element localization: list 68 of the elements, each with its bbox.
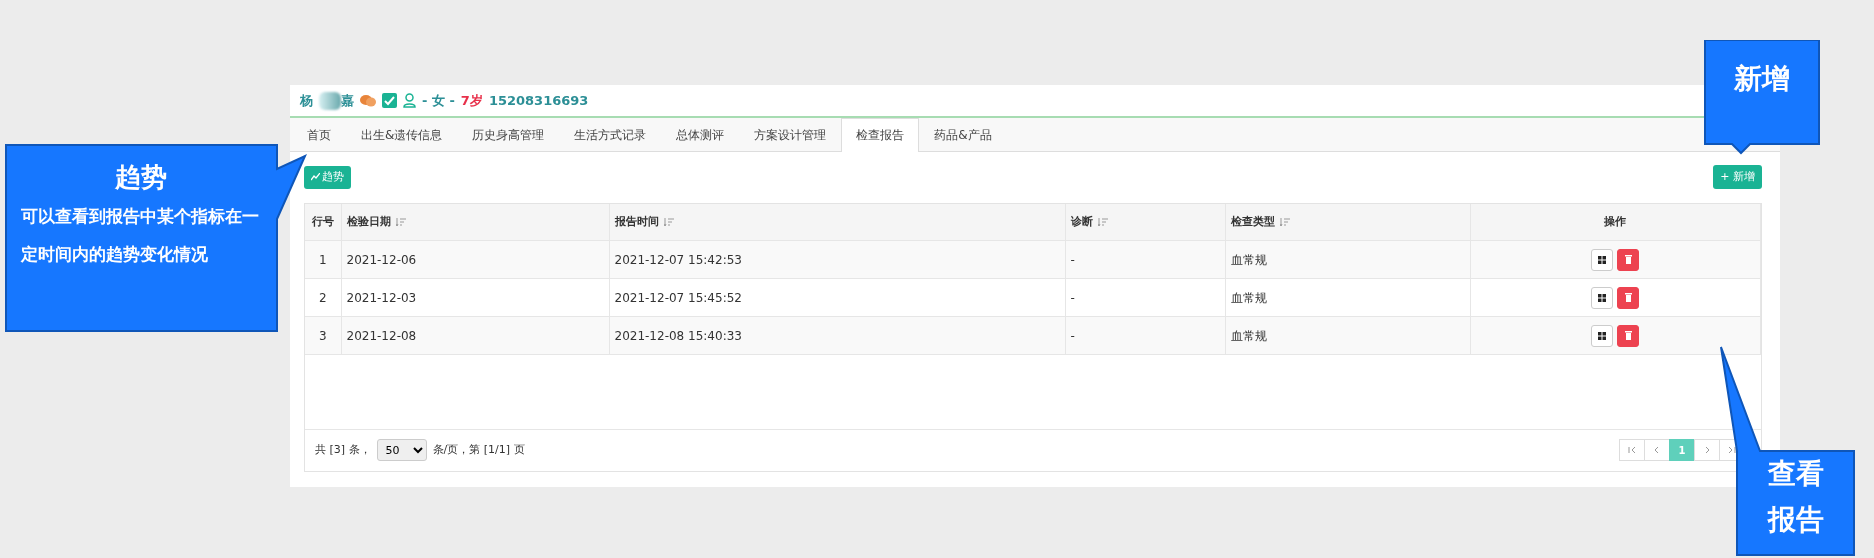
column-header: 行号 bbox=[311, 214, 334, 228]
grid-icon bbox=[1598, 255, 1607, 264]
tab[interactable]: 总体测评 bbox=[661, 118, 740, 151]
page-info: 条/页，第 [1/1] 页 bbox=[432, 441, 525, 458]
patient-name: 嘉 bbox=[341, 91, 354, 110]
patient-name: 杨 bbox=[300, 91, 313, 110]
view-button[interactable] bbox=[1591, 286, 1614, 309]
table-cell: - bbox=[1070, 290, 1075, 305]
trash-icon bbox=[1624, 331, 1632, 340]
chevron-right-icon bbox=[1703, 446, 1711, 454]
delete-button[interactable] bbox=[1617, 248, 1640, 271]
patient-phone: 15208316693 bbox=[488, 91, 589, 110]
table-cell: 血常规 bbox=[1230, 328, 1267, 343]
patient-age: 7岁 bbox=[460, 91, 483, 110]
tab[interactable]: 首页 bbox=[292, 118, 346, 151]
page-size-select[interactable]: 50 bbox=[376, 439, 427, 461]
callout-title: 查看报告 bbox=[1767, 456, 1825, 538]
table-cell: 2021-12-07 15:42:53 bbox=[614, 252, 742, 267]
delete-button[interactable] bbox=[1617, 286, 1640, 309]
table-cell: 2021-12-06 bbox=[346, 252, 417, 267]
chevron-left-icon bbox=[1653, 446, 1661, 454]
trash-icon bbox=[1624, 293, 1632, 302]
callout-title: 新增 bbox=[1733, 61, 1791, 97]
tab[interactable]: 药品&产品 bbox=[919, 118, 1007, 151]
table-cell: 2021-12-08 bbox=[346, 328, 417, 343]
grid-icon bbox=[1598, 331, 1607, 340]
skip-back-icon bbox=[1628, 446, 1636, 454]
sort-icon[interactable] bbox=[1279, 217, 1290, 226]
column-header: 检查类型 bbox=[1230, 214, 1275, 228]
person-icon bbox=[403, 93, 416, 108]
first-page-button[interactable] bbox=[1619, 439, 1645, 461]
tab[interactable]: 检查报告 bbox=[841, 118, 920, 152]
callout-title: 趋势 bbox=[114, 161, 168, 194]
checkbox-icon[interactable] bbox=[382, 93, 397, 108]
view-button[interactable] bbox=[1591, 324, 1614, 347]
blurred-avatar bbox=[319, 91, 341, 110]
table-cell: 2021-12-07 15:45:52 bbox=[614, 290, 742, 305]
tab[interactable]: 出生&遗传信息 bbox=[346, 118, 458, 151]
view-button[interactable] bbox=[1591, 248, 1614, 271]
column-header: 检验日期 bbox=[346, 214, 391, 228]
sort-icon[interactable] bbox=[663, 217, 674, 226]
table-cell: - bbox=[1070, 252, 1075, 267]
patient-gender: - 女 - bbox=[422, 91, 455, 110]
table-cell: 1 bbox=[318, 252, 327, 267]
previous-page-button[interactable] bbox=[1644, 439, 1670, 461]
sort-icon[interactable] bbox=[395, 217, 406, 226]
table-cell: 2 bbox=[318, 290, 327, 305]
table-cell: 3 bbox=[318, 328, 327, 343]
column-header: 诊断 bbox=[1070, 214, 1093, 228]
sort-icon[interactable] bbox=[1097, 217, 1108, 226]
tab[interactable]: 方案设计管理 bbox=[739, 118, 842, 151]
total-count: 共 [3] 条， bbox=[315, 441, 371, 458]
trash-icon bbox=[1624, 255, 1632, 264]
tab[interactable]: 生活方式记录 bbox=[559, 118, 662, 151]
table-cell: 2021-12-08 15:40:33 bbox=[614, 328, 742, 343]
table-cell: 2021-12-03 bbox=[346, 290, 417, 305]
delete-button[interactable] bbox=[1617, 324, 1640, 347]
grid-icon bbox=[1598, 293, 1607, 302]
column-header: 报告时间 bbox=[614, 214, 659, 228]
table-cell: 血常规 bbox=[1230, 290, 1267, 305]
skip-forward-icon bbox=[1728, 446, 1736, 454]
chat-icon[interactable] bbox=[360, 93, 376, 108]
callout-text: 可以查看到报告中某个指标在一定时间内的趋势变化情况 bbox=[20, 205, 260, 266]
table-cell: - bbox=[1070, 328, 1075, 343]
table-cell: 血常规 bbox=[1230, 252, 1267, 267]
chart-line-icon bbox=[311, 173, 320, 182]
tab[interactable]: 历史身高管理 bbox=[457, 118, 560, 151]
column-header: 操作 bbox=[1604, 214, 1627, 228]
